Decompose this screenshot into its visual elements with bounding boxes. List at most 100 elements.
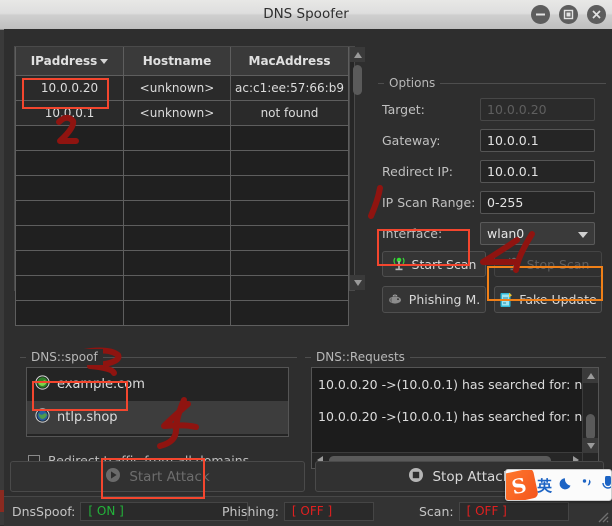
dns-requests-log[interactable]: 10.0.0.20 ->(10.0.0.1) has searched for:… xyxy=(311,367,599,469)
close-icon xyxy=(587,5,606,24)
table-row-empty[interactable] xyxy=(16,201,349,226)
window-body: IPaddress Hostname MacAddress 10.0.0.20 … xyxy=(4,29,612,496)
triangle-down-icon xyxy=(354,280,362,286)
scrollbar-thumb[interactable] xyxy=(586,414,595,440)
phishing-manager-button[interactable]: Phishing M. xyxy=(382,286,486,313)
status-dnsspoof: DnsSpoof: [ ON ] xyxy=(12,502,252,521)
cell-ip[interactable]: 10.0.0.1 xyxy=(16,101,124,126)
antenna-gray-icon xyxy=(507,256,521,272)
table-row-empty[interactable] xyxy=(16,301,349,326)
column-header-macaddress[interactable]: MacAddress xyxy=(231,47,349,76)
cell-ip[interactable]: 10.0.0.20 xyxy=(16,76,124,101)
interface-selected-value: wlan0 xyxy=(487,223,588,244)
start-attack-button[interactable]: Start Attack xyxy=(10,461,305,492)
sort-descending-icon xyxy=(100,59,108,64)
globe-blue-icon xyxy=(35,408,50,427)
log-line: 10.0.0.20 ->(10.0.0.1) has searched for:… xyxy=(318,409,582,424)
dns-requests-group: DNS::Requests 10.0.0.20 ->(10.0.0.1) has… xyxy=(305,349,606,477)
log-vertical-scrollbar[interactable] xyxy=(582,368,598,468)
triangle-up-icon xyxy=(354,52,362,58)
options-group: Options Target: Gateway: Redirect IP: IP… xyxy=(378,75,606,325)
table-header-row: IPaddress Hostname MacAddress xyxy=(16,47,349,76)
moon-icon[interactable] xyxy=(559,476,574,495)
cell-hostname[interactable]: <unknown> xyxy=(124,76,231,101)
table-row[interactable]: 10.0.0.20 <unknown> ac:c1:ee:57:66:b9 xyxy=(16,76,349,101)
keyboard-icon[interactable] xyxy=(601,476,612,495)
dns-spoof-group: DNS::spoof example.com xyxy=(20,349,297,477)
status-scan: Scan: [ OFF ] xyxy=(419,502,599,521)
start-scan-label: Start Scan xyxy=(412,257,477,272)
interface-dropdown[interactable]: wlan0 xyxy=(480,222,595,245)
maximize-button[interactable] xyxy=(559,5,578,24)
stop-scan-button[interactable]: Stop Scan xyxy=(494,251,602,277)
dns-spoof-group-title: DNS::spoof xyxy=(26,349,103,365)
status-phishing-value: [ OFF ] xyxy=(284,502,374,521)
target-input[interactable] xyxy=(480,98,595,121)
fake-update-button[interactable]: Fake Update xyxy=(494,286,602,313)
status-phishing-label: Phishing: xyxy=(222,504,279,519)
table-row-empty[interactable] xyxy=(16,251,349,276)
ime-toolbar[interactable]: S 英 xyxy=(505,469,612,501)
resize-grip-icon[interactable] xyxy=(596,510,609,523)
redirect-ip-row: Redirect IP: xyxy=(382,159,595,184)
ime-language-toggle[interactable]: 英 xyxy=(537,475,552,496)
scroll-up-button[interactable] xyxy=(350,47,365,62)
ip-scan-range-label: IP Scan Range: xyxy=(382,195,480,210)
gateway-row: Gateway: xyxy=(382,128,595,153)
table-vertical-scrollbar[interactable] xyxy=(349,47,354,290)
comma-icon[interactable] xyxy=(581,476,594,495)
redirect-ip-label: Redirect IP: xyxy=(382,164,480,179)
scroll-down-button[interactable] xyxy=(350,275,365,290)
scroll-up-button[interactable] xyxy=(583,368,598,383)
scrollbar-thumb[interactable] xyxy=(353,65,362,95)
update-document-icon xyxy=(499,292,513,308)
globe-green-icon xyxy=(35,375,50,394)
scroll-down-button[interactable] xyxy=(583,438,598,453)
start-attack-label: Start Attack xyxy=(129,469,209,485)
ip-scan-range-input[interactable] xyxy=(480,191,595,214)
column-header-hostname[interactable]: Hostname xyxy=(124,47,231,76)
column-label-ipaddress: IPaddress xyxy=(31,54,98,68)
sogou-logo-icon[interactable]: S xyxy=(505,469,539,501)
chevron-down-icon xyxy=(578,232,588,238)
dns-spoofer-window: DNS Spoofer IPaddress Hostname MacAddres xyxy=(0,0,612,525)
minimize-button[interactable] xyxy=(531,5,550,24)
start-scan-button[interactable]: Start Scan xyxy=(382,251,486,277)
gateway-input[interactable] xyxy=(480,129,595,152)
status-scan-label: Scan: xyxy=(419,504,454,519)
dns-requests-log-text: 10.0.0.20 ->(10.0.0.1) has searched for:… xyxy=(312,368,582,468)
cell-mac[interactable]: ac:c1:ee:57:66:b9 xyxy=(231,76,349,101)
cell-mac[interactable]: not found xyxy=(231,101,349,126)
table-row-empty[interactable] xyxy=(16,276,349,301)
close-button[interactable] xyxy=(587,5,606,24)
maximize-icon xyxy=(559,5,578,24)
play-icon xyxy=(105,467,121,487)
list-item[interactable]: ntlp.shop xyxy=(27,401,288,434)
table-row-empty[interactable] xyxy=(16,176,349,201)
stop-scan-label: Stop Scan xyxy=(527,257,590,272)
triangle-down-icon xyxy=(587,443,595,449)
cell-hostname[interactable]: <unknown> xyxy=(124,101,231,126)
table-row[interactable]: 10.0.0.1 <unknown> not found xyxy=(16,101,349,126)
stop-attack-label: Stop Attack xyxy=(432,469,510,485)
column-header-ipaddress[interactable]: IPaddress xyxy=(16,47,124,76)
list-item[interactable]: example.com xyxy=(27,368,288,401)
devices-table: IPaddress Hostname MacAddress 10.0.0.20 … xyxy=(14,46,355,291)
stop-icon xyxy=(408,467,424,487)
table-row-empty[interactable] xyxy=(16,151,349,176)
spoof-domain-list[interactable]: example.com ntlp.shop xyxy=(26,367,289,437)
redirect-ip-input[interactable] xyxy=(480,160,595,183)
window-controls xyxy=(531,5,606,24)
table-row-empty[interactable] xyxy=(16,126,349,151)
antenna-green-icon xyxy=(392,256,406,272)
devices-table-body: 10.0.0.20 <unknown> ac:c1:ee:57:66:b9 10… xyxy=(16,76,349,326)
table-row-empty[interactable] xyxy=(16,226,349,251)
title-bar: DNS Spoofer xyxy=(0,0,612,30)
fish-hook-icon xyxy=(388,293,403,307)
list-item-label: ntlp.shop xyxy=(57,410,118,425)
fake-update-label: Fake Update xyxy=(519,292,596,307)
triangle-up-icon xyxy=(587,373,595,379)
minimize-icon xyxy=(531,5,550,24)
target-row: Target: xyxy=(382,97,595,122)
options-group-title: Options xyxy=(384,75,440,91)
